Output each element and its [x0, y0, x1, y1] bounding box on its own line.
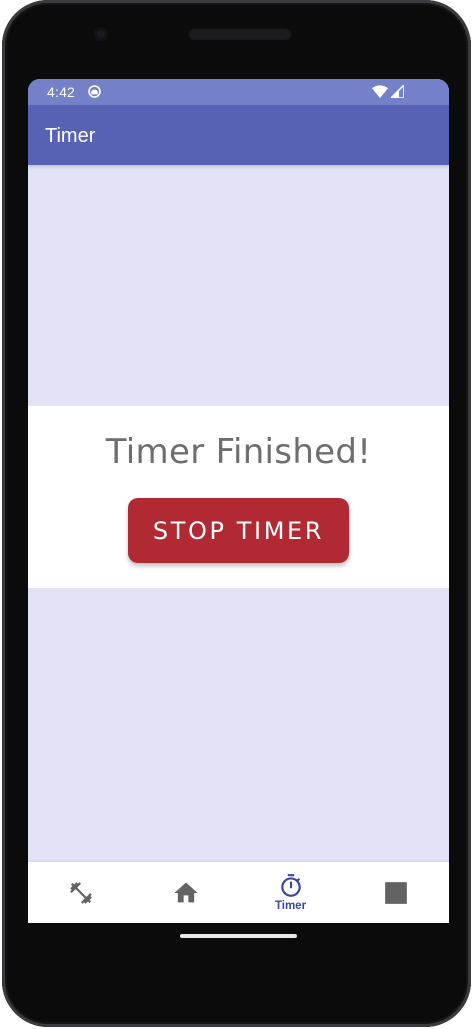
front-camera — [94, 27, 108, 41]
status-time: 4:42 — [47, 84, 76, 100]
stop-timer-button[interactable]: STOP TIMER — [128, 498, 349, 563]
app-title: Timer — [45, 125, 96, 147]
timer-finished-panel: Timer Finished! STOP TIMER — [28, 406, 449, 588]
app-bar: Timer — [28, 105, 449, 165]
stop-square-icon — [384, 881, 407, 904]
nav-item-home[interactable] — [133, 862, 238, 923]
stopwatch-icon — [280, 874, 301, 897]
nav-item-timer[interactable]: Timer — [238, 862, 343, 923]
status-bar: 4:42 — [28, 79, 449, 105]
bottom-navigation: Timer — [28, 862, 449, 923]
home-icon — [173, 882, 198, 902]
home-gesture-bar[interactable] — [180, 934, 297, 938]
nav-item-stop[interactable] — [343, 862, 448, 923]
wifi-icon — [372, 85, 388, 98]
earpiece-speaker — [188, 27, 292, 40]
phone-frame: 4:42 Timer Timer Finished! STOP TIMER Ti… — [2, 0, 471, 1027]
dumbbell-icon — [69, 881, 92, 904]
timer-finished-message: Timer Finished! — [105, 432, 372, 472]
screen: 4:42 Timer Timer Finished! STOP TIMER Ti… — [28, 79, 449, 923]
nav-item-workouts[interactable] — [28, 862, 133, 923]
circle-notification-icon — [88, 85, 101, 98]
cell-signal-icon — [391, 85, 404, 98]
nav-label-timer: Timer — [274, 900, 307, 912]
